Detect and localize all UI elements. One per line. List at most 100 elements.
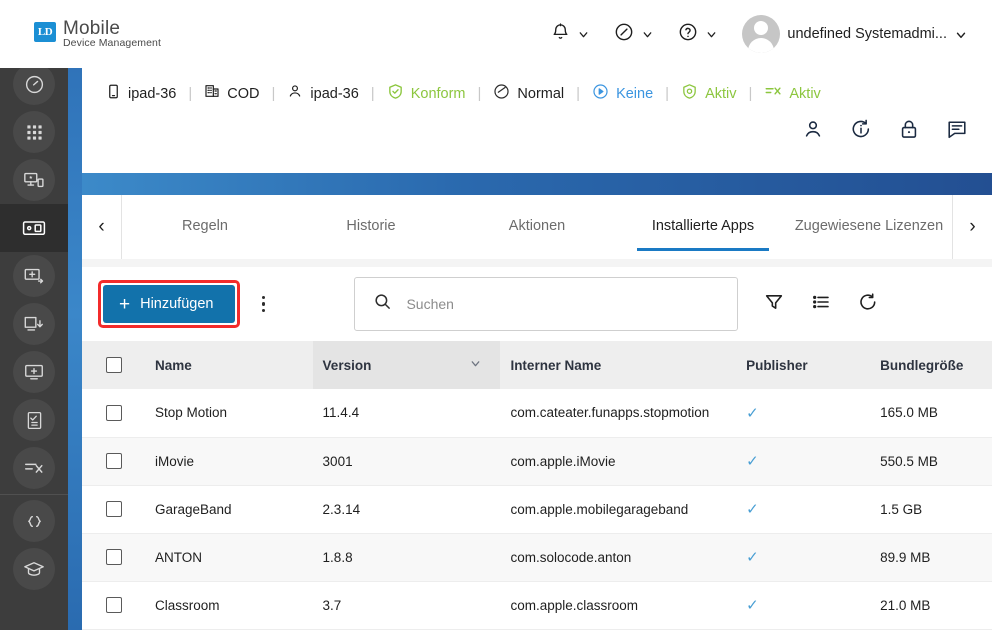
- shield-target-icon: [681, 83, 698, 105]
- breadcrumb-label: ipad-36: [310, 85, 359, 102]
- search-box[interactable]: [354, 277, 739, 331]
- tab-regeln[interactable]: Regeln: [122, 195, 288, 259]
- column-name[interactable]: Name: [145, 341, 313, 389]
- bell-icon: [551, 22, 570, 47]
- column-bundle-size[interactable]: Bundlegröße: [870, 341, 992, 389]
- breadcrumb-item-device[interactable]: ipad-36: [106, 83, 176, 105]
- left-sidebar: [0, 56, 68, 630]
- refresh-info-icon[interactable]: [850, 118, 872, 145]
- app-logo[interactable]: LD Mobile Device Management: [34, 18, 161, 50]
- sidebar-item-device-download[interactable]: [0, 300, 68, 348]
- sidebar-item-screen-plus[interactable]: [0, 348, 68, 396]
- tab-zugewiesene-lizenzen[interactable]: Zugewiesene Lizenzen: [786, 195, 952, 259]
- row-checkbox[interactable]: [106, 597, 122, 613]
- help-circle-icon: [678, 22, 698, 47]
- row-checkbox-cell: [82, 437, 145, 485]
- table-row[interactable]: GarageBand 2.3.14 com.apple.mobilegarage…: [82, 485, 992, 533]
- tablet-icon: [106, 83, 121, 105]
- user-menu[interactable]: undefined Systemadmi...: [731, 9, 978, 59]
- breadcrumb-separator: |: [576, 85, 581, 102]
- sidebar-item-device-add[interactable]: [0, 252, 68, 300]
- add-button[interactable]: + Hinzufügen: [103, 285, 236, 323]
- column-version[interactable]: Version: [312, 341, 501, 389]
- breadcrumb-separator: |: [188, 85, 193, 102]
- cell-bundle-size: 165.0 MB: [880, 405, 938, 421]
- table-header-row: Name Version Interner Name Publisher Bun…: [82, 341, 992, 389]
- chevron-down-icon: [954, 28, 967, 41]
- table-row[interactable]: Classroom 3.7 com.apple.classroom ✓ 21.0…: [82, 581, 992, 629]
- apps-toolbar: + Hinzufügen: [82, 267, 992, 341]
- person-icon: [287, 83, 303, 104]
- installed-apps-table: Name Version Interner Name Publisher Bun…: [82, 341, 992, 630]
- notifications-menu[interactable]: [540, 16, 601, 53]
- breadcrumb-separator: |: [665, 85, 670, 102]
- chevron-down-icon: [705, 28, 718, 41]
- cell-version: 11.4.4: [322, 405, 360, 421]
- sidebar-item-filter-check[interactable]: [0, 444, 68, 492]
- breadcrumb-item-organization[interactable]: COD: [204, 83, 260, 104]
- sidebar-item-devices[interactable]: [0, 204, 68, 252]
- kebab-menu-icon[interactable]: [250, 295, 276, 313]
- row-checkbox[interactable]: [106, 404, 122, 421]
- tabs-next-arrow[interactable]: ›: [952, 195, 992, 259]
- device-action-icons: [802, 118, 968, 145]
- row-checkbox[interactable]: [106, 501, 122, 517]
- cell-name: GarageBand: [154, 501, 232, 517]
- row-checkbox-cell: [82, 581, 145, 629]
- play-circle-icon: [592, 83, 609, 105]
- breadcrumb-item-protection[interactable]: Aktiv: [681, 83, 736, 105]
- column-select-all: [82, 341, 145, 389]
- tabs-prev-arrow[interactable]: ‹: [82, 195, 122, 259]
- message-icon[interactable]: [946, 118, 968, 145]
- tab-list: Regeln Historie Aktionen Installierte Ap…: [122, 195, 952, 259]
- table-header: Name Version Interner Name Publisher Bun…: [82, 341, 992, 389]
- lock-icon[interactable]: [898, 118, 920, 145]
- row-checkbox[interactable]: [106, 549, 122, 565]
- help-menu[interactable]: [667, 16, 729, 53]
- column-publisher[interactable]: Publisher: [736, 341, 870, 389]
- breadcrumb-item-filter[interactable]: Aktiv: [764, 82, 821, 105]
- table-tools: [764, 292, 878, 317]
- list-columns-icon[interactable]: [811, 292, 831, 317]
- sidebar-item-training[interactable]: [0, 545, 68, 593]
- table-row[interactable]: iMovie 3001 com.apple.iMovie ✓ 550.5 MB: [82, 437, 992, 485]
- cell-internal-name: com.apple.mobilegarageband: [510, 501, 689, 517]
- breadcrumb-item-compliance[interactable]: Konform: [387, 83, 466, 105]
- accent-strip: [68, 56, 82, 630]
- explore-menu[interactable]: [603, 16, 665, 53]
- breadcrumb-label: Aktiv: [705, 85, 737, 102]
- refresh-icon[interactable]: [858, 292, 878, 317]
- sidebar-item-document-check[interactable]: [0, 396, 68, 444]
- cell-internal-name: com.cateater.funapps.stopmotion: [510, 405, 710, 421]
- table-row[interactable]: ANTON 1.8.8 com.solocode.anton ✓ 89.9 MB: [82, 533, 992, 581]
- row-checkbox[interactable]: [106, 453, 122, 469]
- select-all-checkbox[interactable]: [106, 357, 122, 373]
- tab-bar: ‹ Regeln Historie Aktionen Installierte …: [82, 195, 992, 259]
- chevron-down-icon[interactable]: [469, 357, 482, 373]
- devices-icon: [13, 207, 55, 249]
- tab-installierte-apps[interactable]: Installierte Apps: [620, 195, 786, 259]
- breadcrumb-item-status[interactable]: Normal: [493, 83, 564, 105]
- apps-grid-icon: [13, 111, 55, 153]
- document-check-icon: [13, 399, 55, 441]
- tab-historie[interactable]: Historie: [288, 195, 454, 259]
- device-download-icon: [13, 303, 55, 345]
- add-button-label: Hinzufügen: [140, 296, 214, 312]
- apps-panel: + Hinzufügen Suchen Name Version Interne…: [82, 267, 992, 630]
- breadcrumb-item-user[interactable]: ipad-36: [287, 83, 359, 104]
- person-icon[interactable]: [802, 118, 824, 145]
- breadcrumb-item-action[interactable]: Keine: [592, 83, 653, 105]
- filter-funnel-icon[interactable]: [764, 292, 784, 317]
- cell-bundle-size: 89.9 MB: [880, 549, 931, 565]
- sidebar-item-apps[interactable]: [0, 108, 68, 156]
- row-checkbox-cell: [82, 485, 145, 533]
- sidebar-item-code[interactable]: [0, 497, 68, 545]
- column-internal-name[interactable]: Interner Name: [500, 341, 736, 389]
- search-input[interactable]: [406, 296, 720, 312]
- table-row[interactable]: Stop Motion 11.4.4 com.cateater.funapps.…: [82, 389, 992, 437]
- breadcrumb: ipad-36 | COD | ipad-36 | Konform | Norm…: [106, 82, 968, 105]
- sidebar-item-devices-star[interactable]: [0, 156, 68, 204]
- tab-aktionen[interactable]: Aktionen: [454, 195, 620, 259]
- cell-version: 3001: [322, 453, 353, 469]
- cell-name: Classroom: [154, 597, 220, 613]
